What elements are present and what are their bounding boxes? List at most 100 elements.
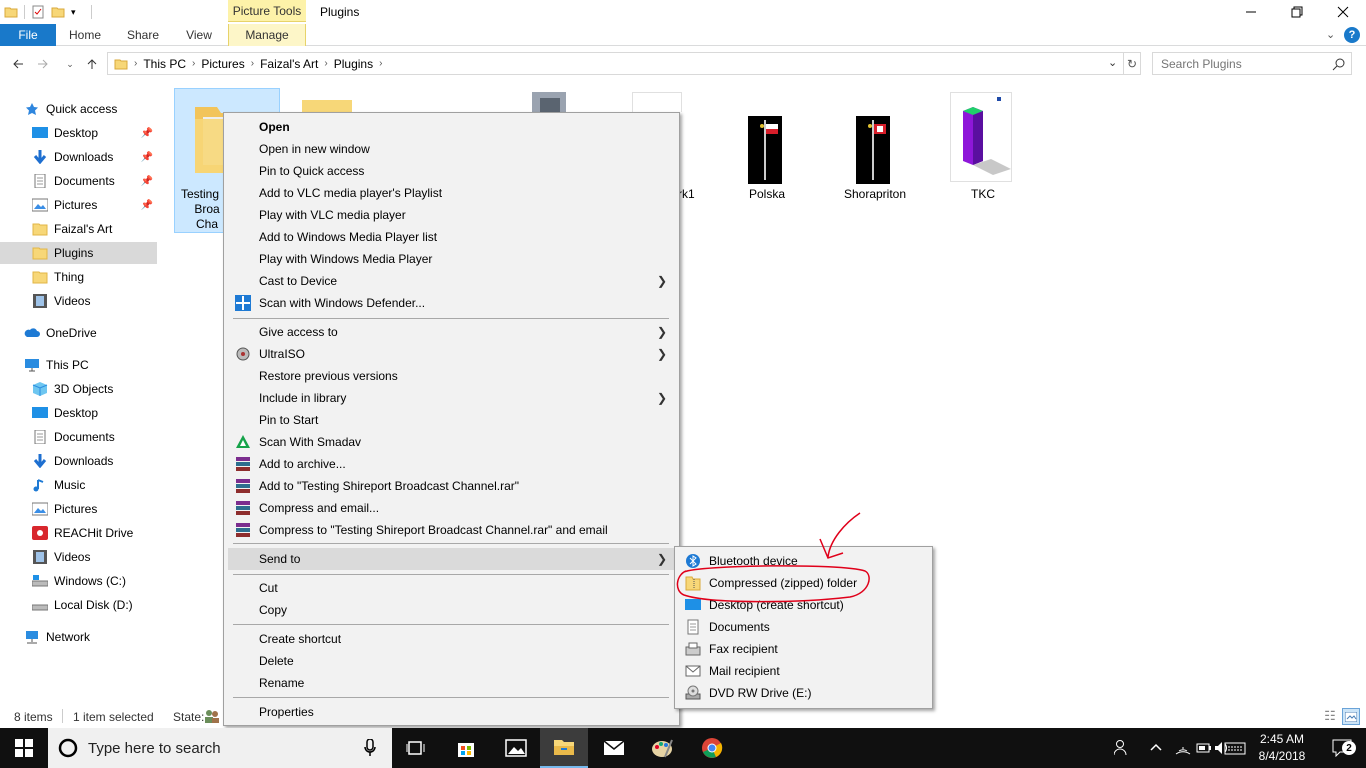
large-icons-view-icon[interactable] bbox=[1342, 708, 1360, 725]
paint-button[interactable] bbox=[638, 728, 686, 768]
menu-item-include-library[interactable]: Include in library ❯ bbox=[228, 387, 677, 409]
keyboard-icon[interactable] bbox=[1224, 740, 1246, 756]
nav-quick-access[interactable]: Quick access bbox=[0, 98, 157, 120]
menu-item-compress-rar-email[interactable]: Compress to "Testing Shireport Broadcast… bbox=[228, 519, 677, 541]
task-view-button[interactable] bbox=[392, 728, 440, 768]
file-item-tkc[interactable]: TKC bbox=[930, 88, 1036, 208]
nav-downloads-pc[interactable]: Downloads bbox=[0, 450, 157, 472]
back-button[interactable] bbox=[8, 54, 28, 74]
network-status-icon[interactable] bbox=[1174, 740, 1192, 756]
mail-button[interactable] bbox=[590, 728, 638, 768]
details-view-icon[interactable]: ☷ bbox=[1321, 708, 1339, 724]
file-item-shorapriton[interactable]: Shorapriton bbox=[822, 88, 928, 208]
menu-item-open[interactable]: Open bbox=[228, 116, 677, 138]
menu-item-give-access[interactable]: Give access to ❯ bbox=[228, 321, 677, 343]
breadcrumb-faizals-art[interactable]: Faizal's Art bbox=[254, 57, 324, 71]
nav-3d-objects[interactable]: 3D Objects bbox=[0, 378, 157, 400]
action-center-button[interactable]: 2 bbox=[1318, 728, 1366, 768]
address-bar[interactable]: › This PC › Pictures › Faizal's Art › Pl… bbox=[107, 52, 1124, 75]
minimize-button[interactable] bbox=[1228, 0, 1274, 24]
nav-pictures-pc[interactable]: Pictures bbox=[0, 498, 157, 520]
file-item-polska[interactable]: Polska bbox=[714, 88, 820, 208]
send-to-fax[interactable]: Fax recipient bbox=[679, 638, 930, 660]
chrome-button[interactable] bbox=[688, 728, 736, 768]
breadcrumb-pictures[interactable]: Pictures bbox=[195, 57, 250, 71]
menu-item-create-shortcut[interactable]: Create shortcut bbox=[228, 628, 677, 650]
nav-desktop-pc[interactable]: Desktop bbox=[0, 402, 157, 424]
menu-item-play-wmp[interactable]: Play with Windows Media Player bbox=[228, 248, 677, 270]
search-input[interactable] bbox=[1152, 52, 1352, 75]
menu-item-rename[interactable]: Rename bbox=[228, 672, 677, 694]
help-icon[interactable]: ? bbox=[1344, 27, 1360, 43]
nav-music[interactable]: Music bbox=[0, 474, 157, 496]
tab-file[interactable]: File bbox=[0, 24, 56, 46]
menu-item-cut[interactable]: Cut bbox=[228, 577, 677, 599]
menu-item-compress-email[interactable]: Compress and email... bbox=[228, 497, 677, 519]
pin-icon[interactable]: 📌 bbox=[141, 176, 153, 187]
menu-item-play-vlc[interactable]: Play with VLC media player bbox=[228, 204, 677, 226]
start-button[interactable] bbox=[0, 728, 48, 768]
nav-faizals-art[interactable]: Faizal's Art bbox=[0, 218, 157, 240]
file-explorer-button[interactable] bbox=[540, 728, 588, 768]
address-dropdown-icon[interactable]: ⌄ bbox=[1108, 56, 1117, 69]
nav-windows-c[interactable]: Windows (C:) bbox=[0, 570, 157, 592]
breadcrumb-plugins[interactable]: Plugins bbox=[328, 57, 379, 71]
menu-item-pin-start[interactable]: Pin to Start bbox=[228, 409, 677, 431]
nav-videos-pc[interactable]: Videos bbox=[0, 546, 157, 568]
tab-share[interactable]: Share bbox=[120, 24, 166, 46]
nav-documents[interactable]: Documents 📌 bbox=[0, 170, 157, 192]
menu-item-restore-versions[interactable]: Restore previous versions bbox=[228, 365, 677, 387]
send-to-mail[interactable]: Mail recipient bbox=[679, 660, 930, 682]
forward-button[interactable] bbox=[33, 54, 53, 74]
photos-button[interactable] bbox=[492, 728, 540, 768]
menu-item-open-new-window[interactable]: Open in new window bbox=[228, 138, 677, 160]
folder-icon[interactable] bbox=[4, 5, 18, 19]
maximize-button[interactable] bbox=[1274, 0, 1320, 24]
recent-locations-button[interactable]: ⌄ bbox=[60, 54, 80, 74]
nav-local-disk-d[interactable]: Local Disk (D:) bbox=[0, 594, 157, 616]
nav-onedrive[interactable]: OneDrive bbox=[0, 322, 157, 344]
clock[interactable]: 2:45 AM 8/4/2018 bbox=[1250, 731, 1314, 765]
nav-videos[interactable]: Videos bbox=[0, 290, 157, 312]
menu-item-ultraiso[interactable]: UltraISO ❯ bbox=[228, 343, 677, 365]
battery-icon[interactable] bbox=[1196, 740, 1212, 756]
menu-item-pin-quick-access[interactable]: Pin to Quick access bbox=[228, 160, 677, 182]
menu-item-smadav[interactable]: Scan With Smadav bbox=[228, 431, 677, 453]
new-folder-icon[interactable] bbox=[51, 5, 65, 19]
pin-icon[interactable]: 📌 bbox=[141, 200, 153, 211]
menu-item-defender[interactable]: Scan with Windows Defender... bbox=[228, 292, 677, 314]
tab-home[interactable]: Home bbox=[62, 24, 108, 46]
show-hidden-icons-icon[interactable] bbox=[1150, 742, 1162, 752]
tab-view[interactable]: View bbox=[176, 24, 222, 46]
nav-downloads[interactable]: Downloads 📌 bbox=[0, 146, 157, 168]
chevron-right-icon[interactable]: › bbox=[379, 58, 382, 69]
menu-item-add-archive[interactable]: Add to archive... bbox=[228, 453, 677, 475]
menu-item-delete[interactable]: Delete bbox=[228, 650, 677, 672]
expand-ribbon-icon[interactable]: ⌄ bbox=[1326, 28, 1335, 41]
pin-icon[interactable]: 📌 bbox=[141, 128, 153, 139]
nav-plugins[interactable]: Plugins bbox=[0, 242, 157, 264]
menu-item-vlc-playlist[interactable]: Add to VLC media player's Playlist bbox=[228, 182, 677, 204]
nav-desktop[interactable]: Desktop 📌 bbox=[0, 122, 157, 144]
send-to-dvd[interactable]: DVD RW Drive (E:) bbox=[679, 682, 930, 704]
search-icon[interactable] bbox=[1332, 57, 1346, 71]
properties-icon[interactable] bbox=[31, 5, 45, 19]
close-button[interactable] bbox=[1320, 0, 1366, 24]
nav-reachit-drive[interactable]: REACHit Drive bbox=[0, 522, 157, 544]
nav-pictures[interactable]: Pictures 📌 bbox=[0, 194, 157, 216]
menu-item-properties[interactable]: Properties bbox=[228, 701, 677, 723]
nav-this-pc[interactable]: This PC bbox=[0, 354, 157, 376]
nav-documents-pc[interactable]: Documents bbox=[0, 426, 157, 448]
tab-manage[interactable]: Manage bbox=[228, 24, 306, 46]
store-button[interactable] bbox=[442, 728, 490, 768]
send-to-documents[interactable]: Documents bbox=[679, 616, 930, 638]
menu-item-cast-to-device[interactable]: Cast to Device ❯ bbox=[228, 270, 677, 292]
pin-icon[interactable]: 📌 bbox=[141, 152, 153, 163]
nav-thing[interactable]: Thing bbox=[0, 266, 157, 288]
menu-item-add-rar[interactable]: Add to "Testing Shireport Broadcast Chan… bbox=[228, 475, 677, 497]
menu-item-send-to[interactable]: Send to ❯ bbox=[228, 548, 677, 570]
taskbar-search-box[interactable]: Type here to search bbox=[48, 728, 392, 768]
refresh-button[interactable]: ↻ bbox=[1124, 52, 1141, 75]
customize-toolbar-icon[interactable]: ▾ bbox=[71, 5, 85, 19]
menu-item-copy[interactable]: Copy bbox=[228, 599, 677, 621]
